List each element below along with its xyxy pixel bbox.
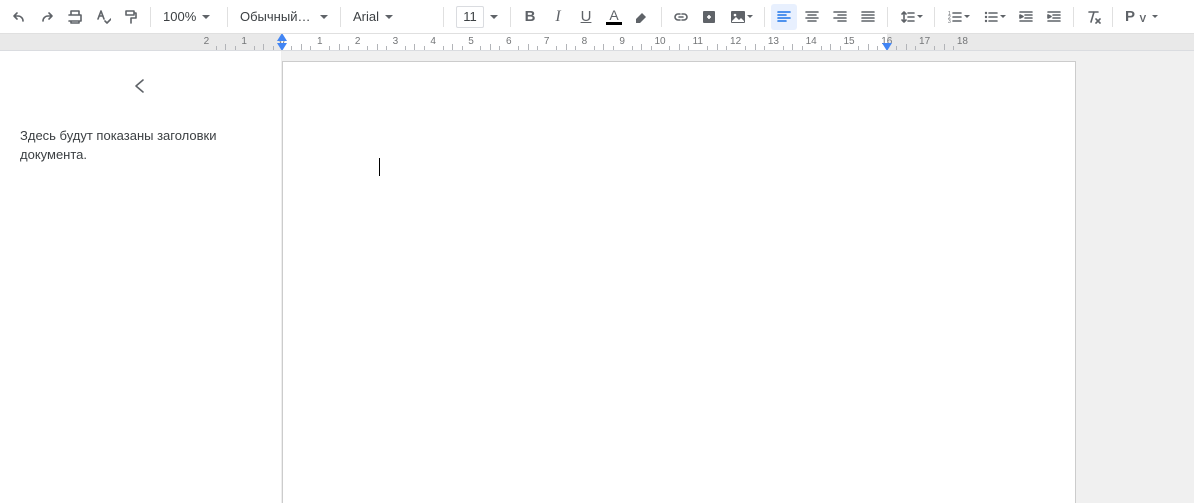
separator bbox=[661, 7, 662, 27]
outline-placeholder-text: Здесь будут показаны заголовки документа… bbox=[20, 127, 261, 165]
align-left-button[interactable] bbox=[771, 4, 797, 30]
insert-link-button[interactable] bbox=[668, 4, 694, 30]
highlight-color-button[interactable] bbox=[629, 4, 655, 30]
chevron-down-icon bbox=[1000, 15, 1006, 18]
text-color-swatch bbox=[606, 22, 622, 25]
personal-dictionary-button[interactable]: PV bbox=[1119, 5, 1164, 29]
font-family-dropdown[interactable]: Arial bbox=[347, 4, 437, 30]
print-button[interactable] bbox=[62, 4, 88, 30]
first-line-indent-marker[interactable] bbox=[277, 34, 287, 41]
chevron-down-icon bbox=[320, 15, 328, 19]
redo-button[interactable] bbox=[34, 4, 60, 30]
paint-format-button[interactable] bbox=[118, 4, 144, 30]
zoom-dropdown[interactable]: 100% bbox=[157, 4, 221, 30]
line-spacing-button[interactable] bbox=[894, 4, 928, 30]
chevron-down-icon bbox=[917, 15, 923, 18]
paragraph-style-dropdown[interactable]: Обычный … bbox=[234, 4, 334, 30]
separator bbox=[1073, 7, 1074, 27]
insert-image-button[interactable] bbox=[724, 4, 758, 30]
text-color-button[interactable]: A bbox=[601, 4, 627, 30]
chevron-down-icon bbox=[1152, 15, 1158, 18]
separator bbox=[510, 7, 511, 27]
underline-button[interactable]: U bbox=[573, 4, 599, 30]
document-page[interactable] bbox=[282, 61, 1076, 503]
chevron-down-icon bbox=[385, 15, 393, 19]
numbered-list-button[interactable]: 123 bbox=[941, 4, 975, 30]
decrease-indent-button[interactable] bbox=[1013, 4, 1039, 30]
text-cursor bbox=[379, 158, 380, 176]
bold-button[interactable]: B bbox=[517, 4, 543, 30]
align-right-button[interactable] bbox=[827, 4, 853, 30]
workspace: Здесь будут показаны заголовки документа… bbox=[0, 51, 1194, 503]
outline-back-button[interactable] bbox=[20, 73, 261, 99]
font-family-value: Arial bbox=[353, 9, 379, 24]
separator bbox=[227, 7, 228, 27]
separator bbox=[340, 7, 341, 27]
chevron-down-icon bbox=[747, 15, 753, 18]
separator bbox=[1112, 7, 1113, 27]
separator bbox=[887, 7, 888, 27]
separator bbox=[764, 7, 765, 27]
toolbar: 100% Обычный … Arial B I U A bbox=[0, 0, 1194, 34]
separator bbox=[934, 7, 935, 27]
clear-formatting-button[interactable] bbox=[1080, 4, 1106, 30]
increase-indent-button[interactable] bbox=[1041, 4, 1067, 30]
separator bbox=[150, 7, 151, 27]
align-justify-button[interactable] bbox=[855, 4, 881, 30]
chevron-down-icon bbox=[490, 15, 498, 19]
indent-left-marker[interactable] bbox=[277, 43, 287, 51]
personal-dictionary-label: P bbox=[1125, 8, 1136, 25]
undo-button[interactable] bbox=[6, 4, 32, 30]
horizontal-ruler[interactable]: 210123456789101112131415161718 bbox=[0, 34, 1194, 51]
separator bbox=[443, 7, 444, 27]
indent-right-marker[interactable] bbox=[882, 43, 892, 51]
text-color-letter: A bbox=[609, 9, 618, 21]
personal-dictionary-sub: V bbox=[1140, 14, 1147, 25]
zoom-value: 100% bbox=[163, 9, 196, 24]
svg-text:3: 3 bbox=[948, 19, 951, 25]
font-size-control[interactable] bbox=[450, 4, 504, 30]
spellcheck-button[interactable] bbox=[90, 4, 116, 30]
chevron-down-icon bbox=[964, 15, 970, 18]
paragraph-style-value: Обычный … bbox=[240, 9, 314, 24]
document-canvas bbox=[282, 51, 1194, 503]
font-size-input[interactable] bbox=[456, 6, 484, 28]
bulleted-list-button[interactable] bbox=[977, 4, 1011, 30]
insert-comment-button[interactable] bbox=[696, 4, 722, 30]
italic-button[interactable]: I bbox=[545, 4, 571, 30]
outline-panel: Здесь будут показаны заголовки документа… bbox=[0, 51, 282, 503]
align-center-button[interactable] bbox=[799, 4, 825, 30]
chevron-down-icon bbox=[202, 15, 210, 19]
